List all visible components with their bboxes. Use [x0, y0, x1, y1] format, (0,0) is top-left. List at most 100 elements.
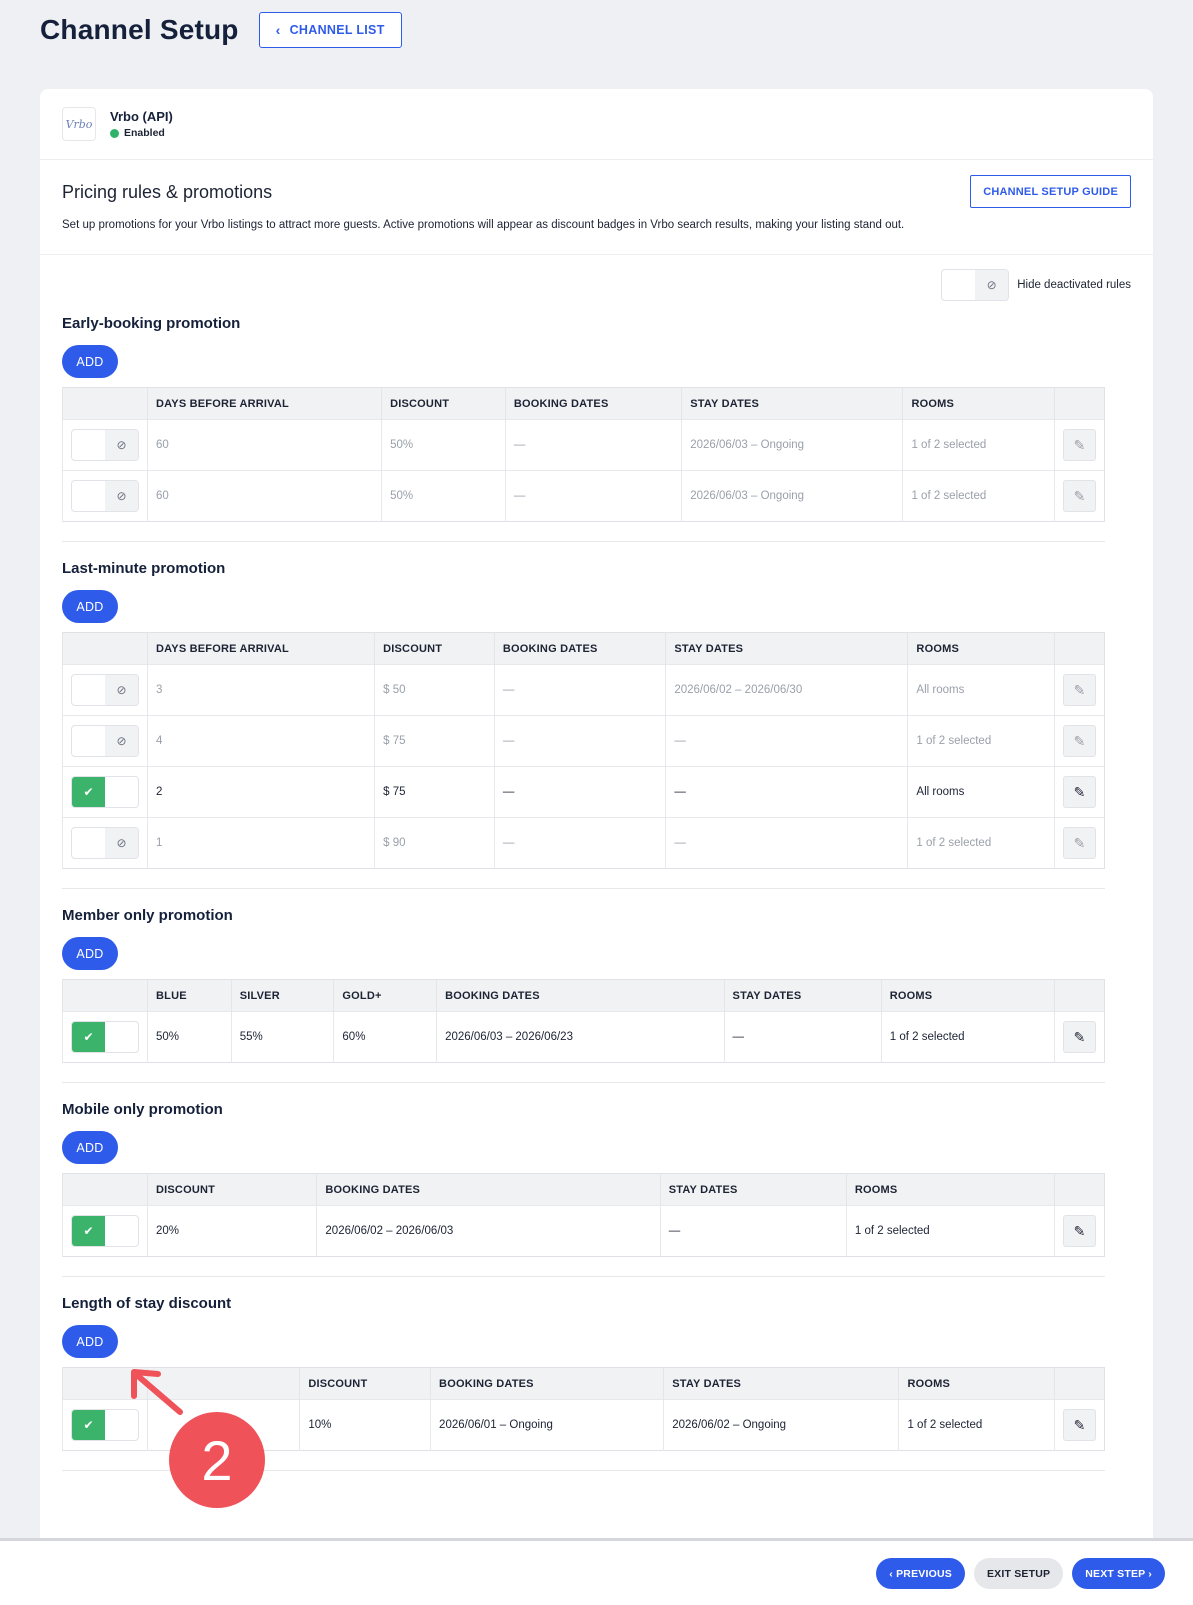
table-cell: $ 50	[374, 664, 495, 716]
table-cell: —	[493, 766, 666, 818]
toggle-blank	[72, 430, 105, 460]
actions-cell: ✎	[1053, 715, 1105, 767]
toggle-blank	[72, 675, 105, 705]
table-cell: —	[665, 766, 908, 818]
table-cell: 60	[146, 419, 382, 471]
ban-icon: ⊘	[105, 675, 138, 705]
pencil-icon: ✎	[1073, 1416, 1086, 1433]
table-cell: 4	[146, 715, 375, 767]
channel-setup-guide-button[interactable]: CHANNEL SETUP GUIDE	[970, 175, 1131, 208]
table-cell: 1 of 2 selected	[845, 1205, 1055, 1257]
rule-active-toggle[interactable]: ⊘	[71, 480, 139, 512]
add-button[interactable]: ADD	[62, 937, 118, 970]
table-cell: 60	[146, 470, 382, 522]
table-cell: All rooms	[907, 766, 1055, 818]
column-header-actions	[1053, 1367, 1105, 1400]
promotion-table: BLUE SILVER GOLD+ BOOKING DATES STAY DATES RO…	[62, 979, 1105, 1063]
hide-deactivated-toggle[interactable]: ⊘	[941, 269, 1010, 301]
section-divider	[62, 888, 1105, 889]
edit-button[interactable]: ✎	[1063, 725, 1096, 757]
exit-setup-button[interactable]: EXIT SETUP	[973, 1558, 1064, 1589]
table-row: ⊘ 60 50% —2026/06/03 – Ongoing 1 of 2 select…	[62, 419, 1105, 471]
column-header: BLUE	[147, 979, 232, 1012]
toggle-blank	[942, 270, 975, 300]
add-button[interactable]: ADD	[62, 590, 118, 623]
actions-cell: ✎	[1053, 1205, 1105, 1257]
toggle-blank	[105, 777, 138, 807]
column-header-actions	[1053, 979, 1105, 1012]
column-header-status	[62, 387, 148, 420]
edit-button[interactable]: ✎	[1063, 827, 1096, 859]
table-cell: 2026/06/01 – Ongoing	[430, 1399, 664, 1451]
table-cell: 2	[146, 766, 375, 818]
edit-button[interactable]: ✎	[1063, 480, 1096, 512]
rule-active-toggle[interactable]: ✔	[71, 1215, 139, 1247]
promotion-title: Length of stay discount	[62, 1295, 232, 1312]
early-booking-section: Early-booking promotion ADD DAYS BEFORE AR…	[62, 315, 1105, 522]
table-cell: 1 of 2 selected	[880, 1011, 1055, 1063]
add-button[interactable]: ADD	[62, 1325, 118, 1358]
column-header: ROOMS	[902, 387, 1055, 420]
add-button[interactable]: ADD	[62, 345, 118, 378]
channel-setup-card: Vrbo Vrbo (API) Enabled Pricing rules & …	[40, 89, 1153, 1549]
table-row: ⊘ 1 $ 90— —1 of 2 selected ✎	[62, 817, 1105, 869]
edit-button[interactable]: ✎	[1063, 1021, 1096, 1053]
rule-active-toggle[interactable]: ⊘	[71, 429, 139, 461]
column-header: ROOMS	[880, 979, 1055, 1012]
table-cell: —	[665, 715, 908, 767]
ban-icon: ⊘	[105, 481, 138, 511]
previous-button[interactable]: ‹ PREVIOUS	[876, 1558, 965, 1589]
edit-button[interactable]: ✎	[1063, 776, 1096, 808]
edit-button[interactable]: ✎	[1063, 674, 1096, 706]
toggle-blank	[105, 1216, 138, 1246]
edit-button[interactable]: ✎	[1063, 1409, 1096, 1441]
rule-active-toggle[interactable]: ⊘	[71, 725, 139, 757]
column-header: ROOMS	[898, 1367, 1055, 1400]
table-cell: 50%	[381, 419, 506, 471]
rule-active-toggle[interactable]: ⊘	[71, 827, 139, 859]
table-row: ⊘ 3 $ 50—2026/06/02 – 2026/06/30 All rooms ✎	[62, 664, 1105, 716]
channel-name: Vrbo (API)	[110, 109, 173, 124]
table-cell: 10%	[299, 1399, 431, 1451]
channel-list-button[interactable]: ‹ CHANNEL LIST	[258, 12, 402, 48]
column-header: DISCOUNT	[374, 632, 495, 665]
rule-active-toggle[interactable]: ⊘	[71, 674, 139, 706]
rule-active-toggle[interactable]: ✔	[71, 1021, 139, 1053]
ban-icon: ⊘	[105, 828, 138, 858]
status-cell: ✔	[62, 766, 148, 818]
edit-button[interactable]: ✎	[1063, 1215, 1096, 1247]
table-cell: 2026/06/02 – 2026/06/03	[316, 1205, 661, 1257]
table-cell: —	[493, 664, 666, 716]
arrow-line	[135, 1373, 183, 1415]
rule-active-toggle[interactable]: ✔	[71, 1409, 139, 1441]
table-cell: —	[504, 470, 682, 522]
table-cell: 2026/06/02 – 2026/06/30	[665, 664, 908, 716]
column-header: BOOKING DATES	[436, 979, 725, 1012]
pencil-icon: ✎	[1073, 487, 1086, 504]
edit-button[interactable]: ✎	[1063, 429, 1096, 461]
ban-icon: ⊘	[105, 430, 138, 460]
actions-cell: ✎	[1053, 1011, 1105, 1063]
column-header: STAY DATES	[681, 387, 903, 420]
channel-info: Vrbo (API) Enabled	[110, 109, 173, 139]
next-step-button[interactable]: NEXT STEP ›	[1072, 1558, 1165, 1589]
column-header: STAY DATES	[723, 979, 882, 1012]
column-header-actions	[1053, 387, 1105, 420]
table-row: ✔ 2 $ 75— — All rooms ✎	[62, 766, 1105, 818]
table-cell: 50%	[147, 1011, 232, 1063]
column-header: ROOMS	[907, 632, 1055, 665]
table-cell: 3	[146, 664, 375, 716]
column-header: BOOKING DATES	[504, 387, 682, 420]
promotion-title: Member only promotion	[62, 907, 233, 924]
column-header: ROOMS	[845, 1173, 1055, 1206]
status-cell: ✔	[62, 1205, 148, 1257]
add-button[interactable]: ADD	[62, 1131, 118, 1164]
table-cell: 55%	[230, 1011, 334, 1063]
rule-active-toggle[interactable]: ✔	[71, 776, 139, 808]
actions-cell: ✎	[1053, 470, 1105, 522]
channel-list-label: CHANNEL LIST	[289, 23, 385, 37]
footer-buttons: ‹ PREVIOUS EXIT SETUP NEXT STEP ›	[876, 1558, 1165, 1589]
column-header: STAY DATES	[663, 1367, 899, 1400]
table-cell: All rooms	[907, 664, 1055, 716]
table-cell: —	[665, 817, 908, 869]
